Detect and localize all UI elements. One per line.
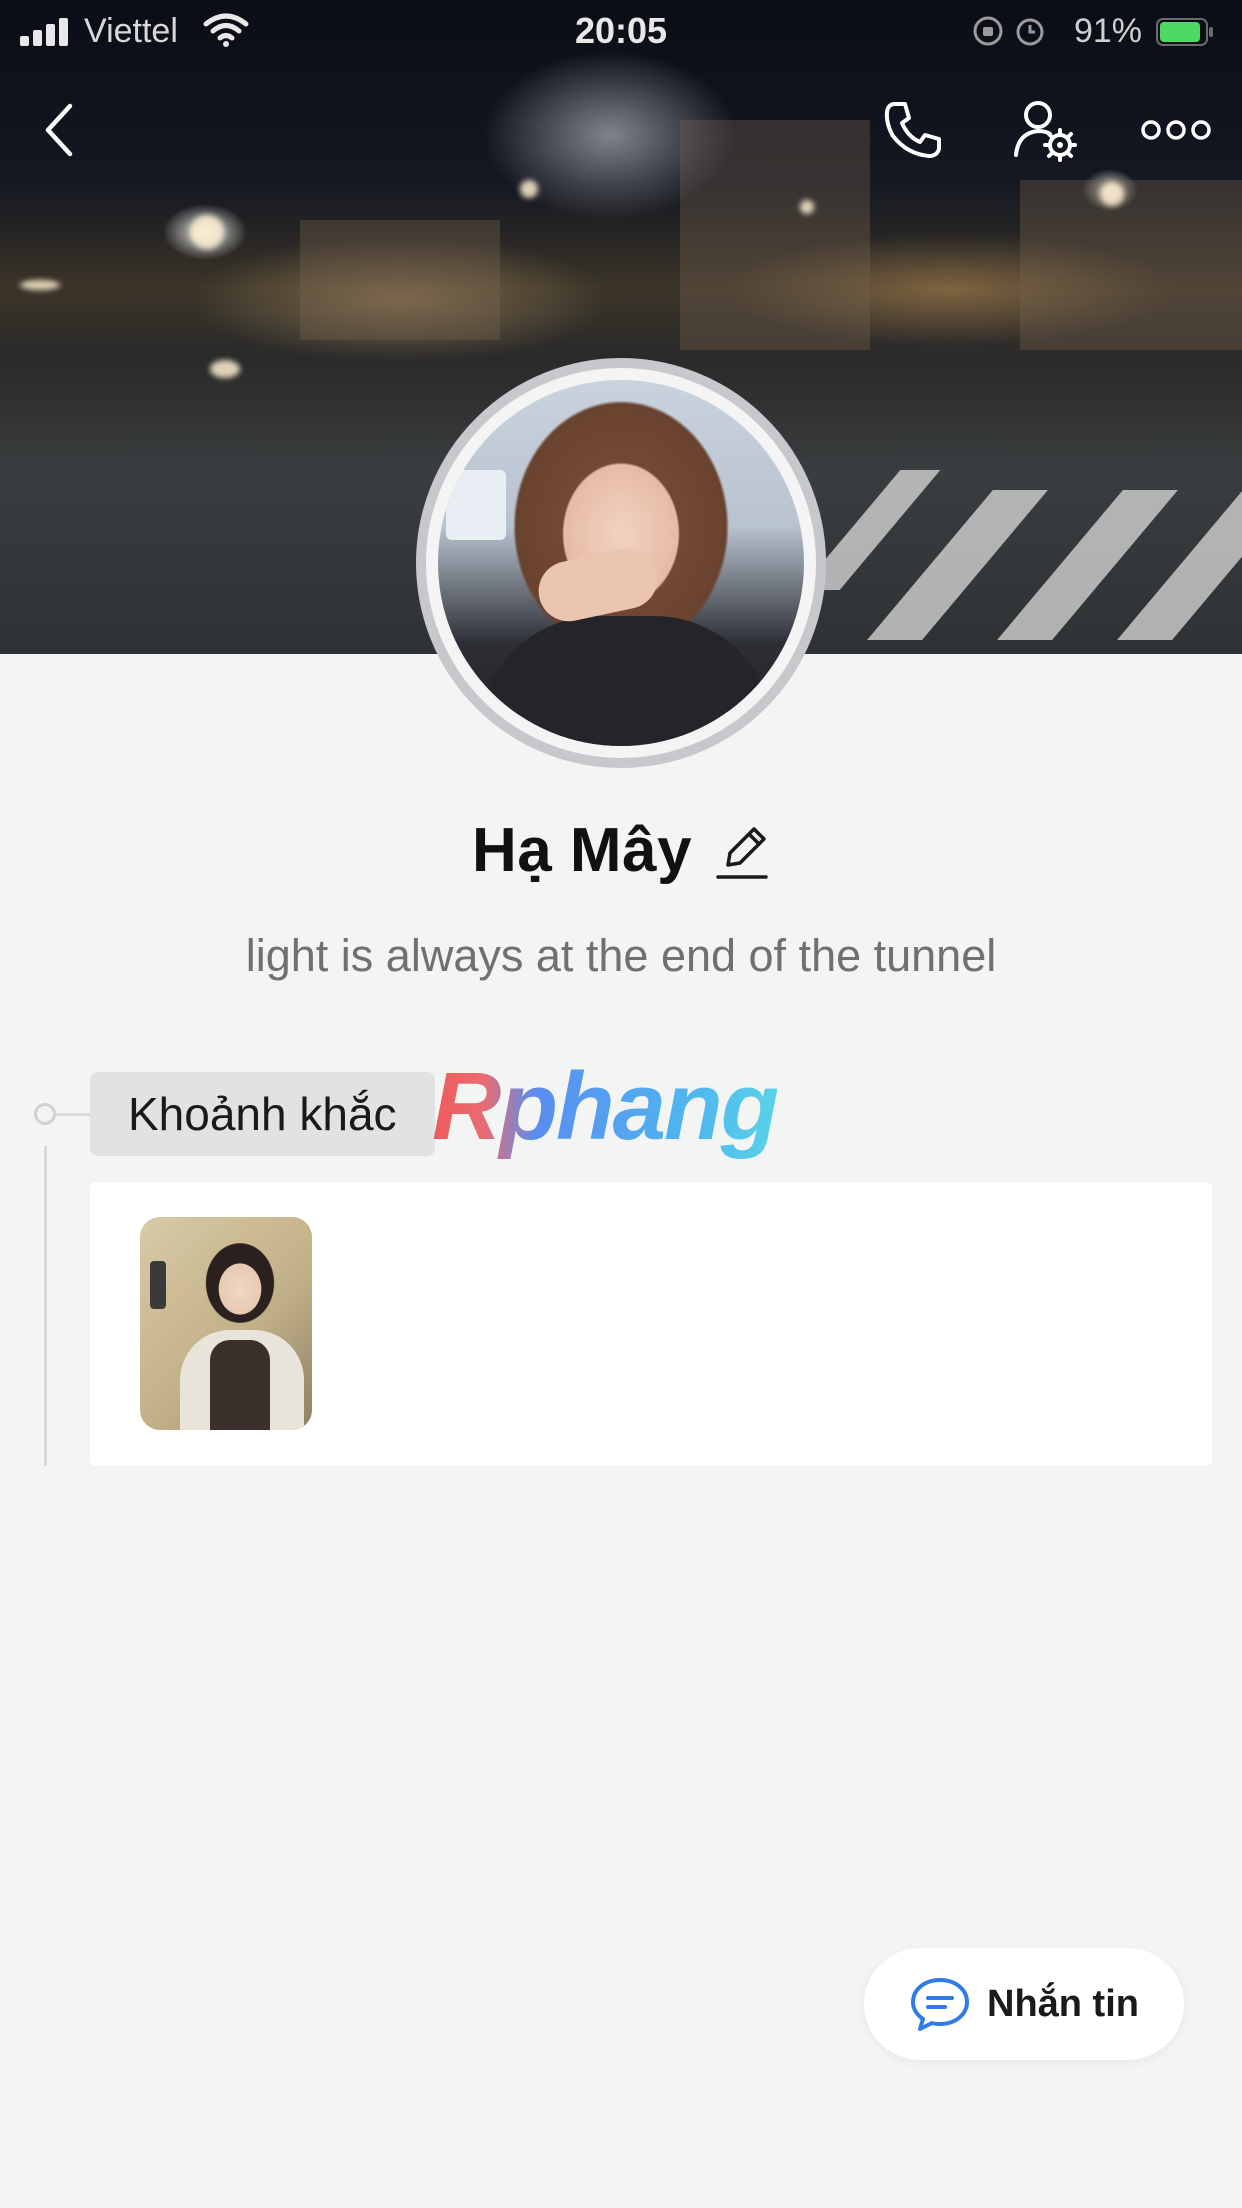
profile-screen: Viettel 20:05 91% Hạ Mây light is always…	[0, 0, 1242, 2208]
back-button[interactable]	[20, 90, 100, 170]
avatar[interactable]	[438, 380, 804, 746]
moments-card	[90, 1182, 1212, 1466]
profile-bio: light is always at the end of the tunnel	[245, 930, 997, 981]
timeline-node	[34, 1103, 56, 1125]
edit-name-button[interactable]	[714, 821, 770, 881]
more-icon	[1141, 120, 1211, 140]
orientation-lock-icon	[973, 16, 1003, 46]
chat-bubble-icon	[911, 1978, 969, 2031]
moments-header: Khoảnh khắc	[90, 1072, 435, 1156]
phone-icon	[884, 102, 941, 158]
avatar-frame[interactable]	[416, 358, 826, 768]
moment-thumbnail[interactable]	[140, 1217, 312, 1430]
status-time: 20:05	[574, 10, 668, 51]
profile-settings-button[interactable]	[1005, 90, 1085, 170]
back-icon	[45, 103, 73, 157]
battery-icon	[1156, 18, 1213, 46]
pencil-icon	[716, 826, 768, 879]
message-button[interactable]: Nhắn tin	[864, 1948, 1184, 2060]
call-button[interactable]	[873, 90, 953, 170]
timeline-line	[44, 1146, 47, 1466]
profile-settings-icon	[1014, 101, 1077, 162]
more-button[interactable]	[1136, 90, 1216, 170]
moments-title: Khoảnh khắc	[128, 1088, 397, 1140]
alarm-icon	[1016, 18, 1044, 46]
battery-percentage: 91%	[1073, 12, 1142, 50]
timeline-connector	[56, 1113, 92, 1116]
profile-name: Hạ Mây	[471, 816, 693, 885]
message-button-label: Nhắn tin	[987, 1982, 1139, 2025]
status-bar: Viettel 20:05 91%	[0, 0, 1242, 62]
profile-name-row: Hạ Mây	[0, 815, 1242, 886]
watermark: Rphang	[432, 1053, 779, 1160]
